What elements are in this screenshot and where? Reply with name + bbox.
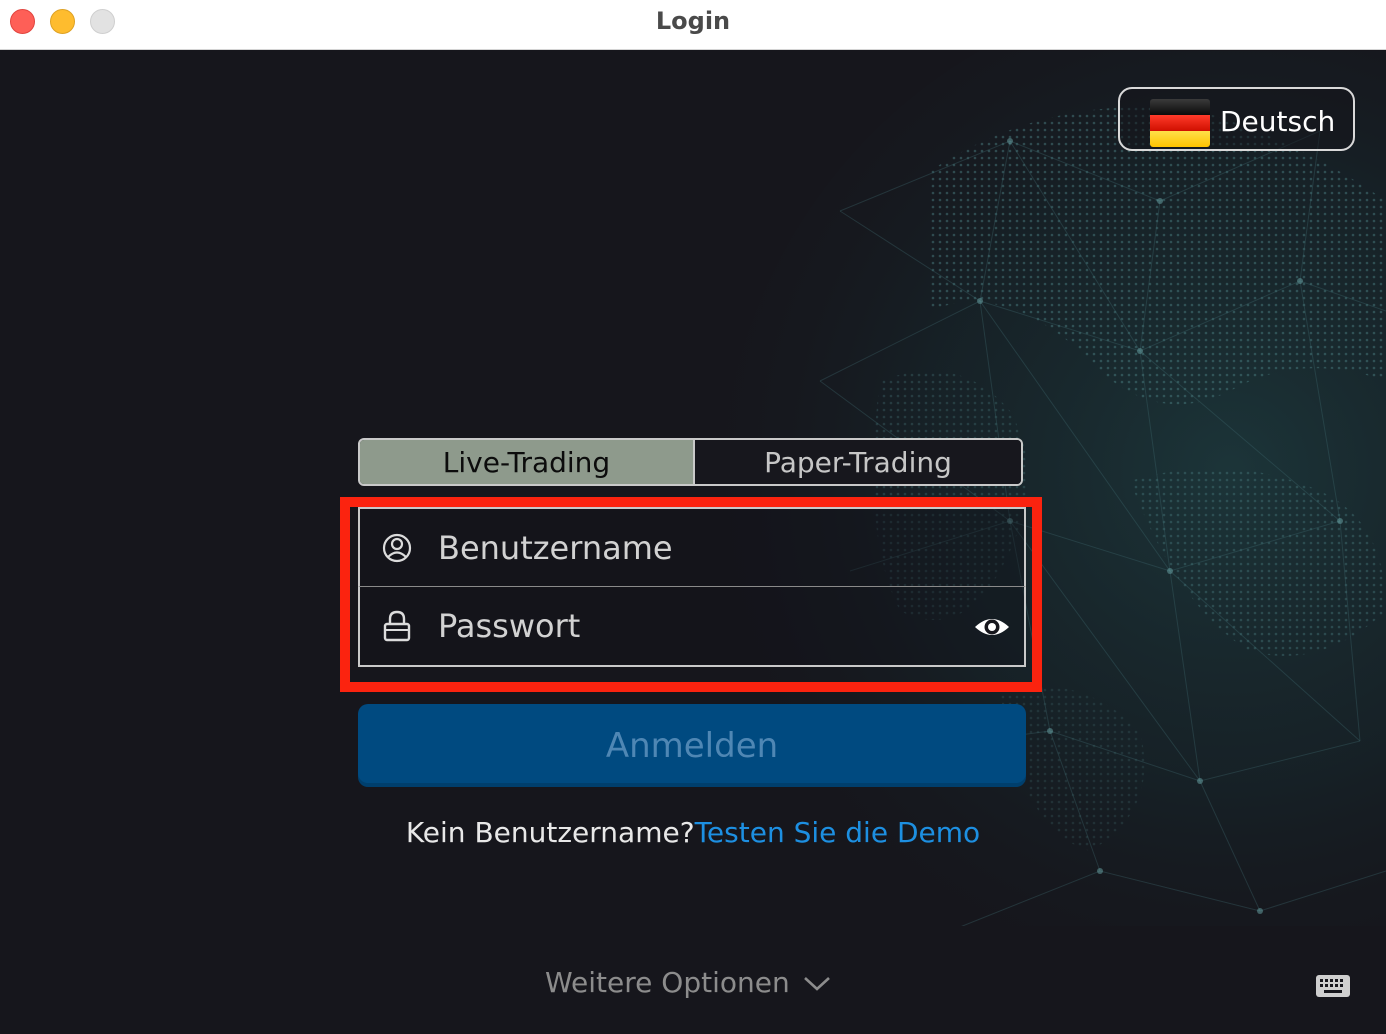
language-selector-button[interactable]: Deutsch (1118, 87, 1355, 151)
more-options-toggle[interactable]: Weitere Optionen (545, 966, 832, 999)
keyboard-icon[interactable] (1315, 974, 1351, 998)
user-icon (382, 533, 412, 563)
try-demo-link[interactable]: Testen Sie die Demo (695, 816, 981, 849)
demo-prompt-line: Kein Benutzername?Testen Sie die Demo (0, 816, 1386, 849)
password-input[interactable] (438, 587, 958, 665)
tab-live-trading[interactable]: Live-Trading (360, 440, 693, 484)
trading-mode-tabs: Live-Trading Paper-Trading (358, 438, 1023, 486)
show-password-eye-icon[interactable] (972, 607, 1012, 647)
germany-flag-icon (1150, 99, 1210, 147)
chevron-down-icon (803, 976, 830, 991)
username-field (358, 507, 1026, 587)
password-field (358, 587, 1026, 667)
username-input[interactable] (438, 509, 958, 586)
login-button[interactable]: Anmelden (358, 704, 1026, 787)
window-titlebar: Login (0, 0, 1386, 50)
demo-prompt-text: Kein Benutzername? (405, 816, 695, 849)
lock-icon (383, 610, 411, 642)
window-title: Login (655, 7, 731, 35)
language-label: Deutsch (1220, 105, 1336, 138)
more-options-label: Weitere Optionen (545, 966, 790, 999)
tab-paper-trading[interactable]: Paper-Trading (693, 440, 1021, 484)
login-screen: Deutsch Live-Trading Paper-Trading Anmel… (0, 51, 1386, 1034)
